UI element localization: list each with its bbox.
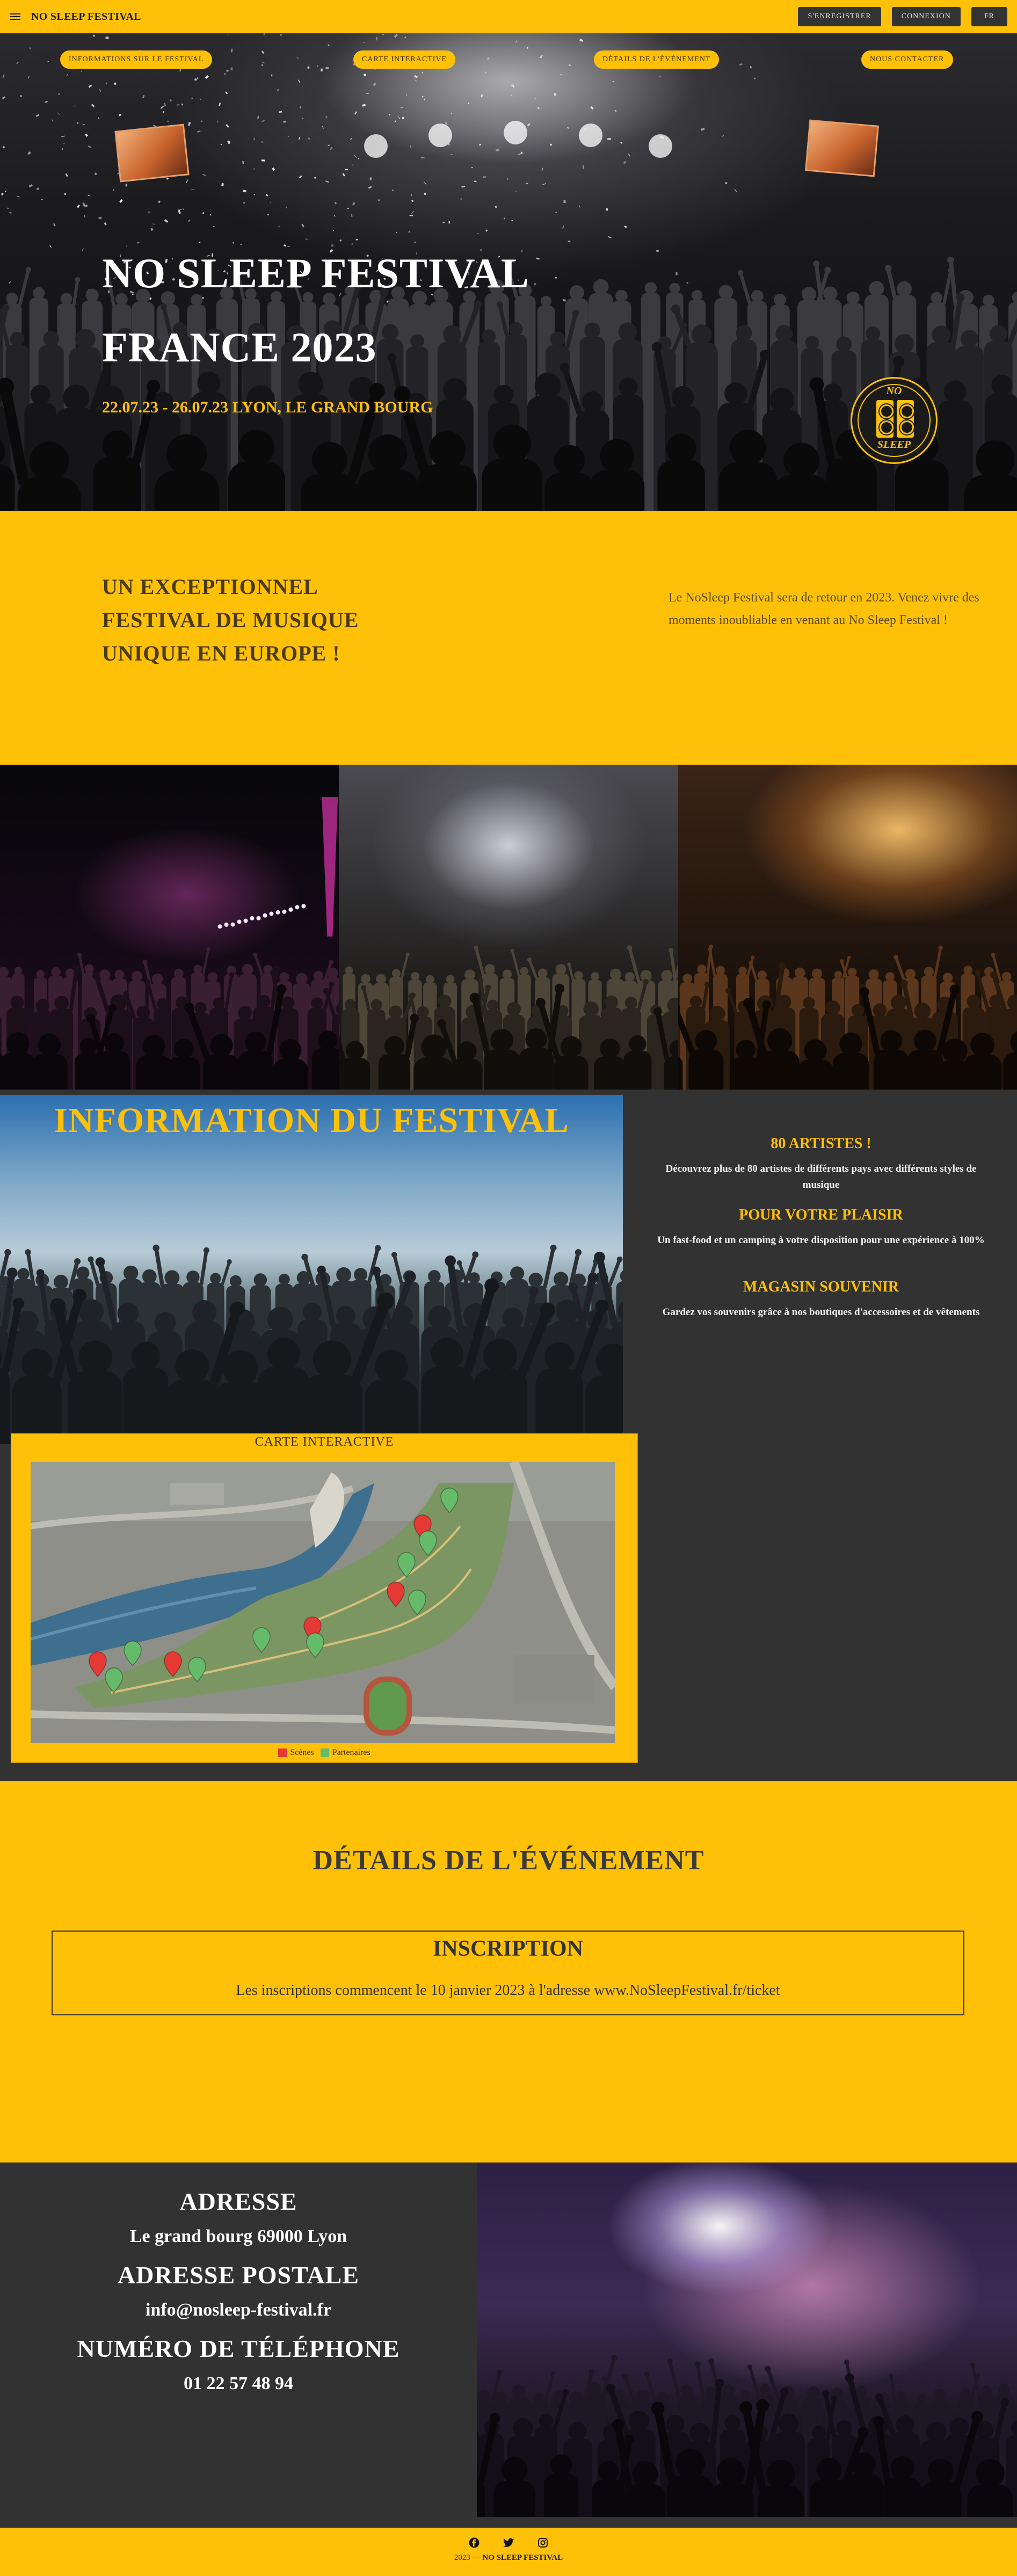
feature-title: POUR VOTRE PLAISIR [652, 1207, 990, 1224]
address-label: ADRESSE [0, 2187, 477, 2216]
festival-logo: NO SLEEP [851, 377, 938, 464]
intro-text: Le NoSleep Festival sera de retour en 20… [669, 586, 980, 632]
section-nav: INFORMATIONS SUR LE FESTIVAL CARTE INTER… [0, 50, 1017, 72]
photo-thumbnail-right [805, 120, 879, 177]
instagram-icon[interactable] [537, 2537, 548, 2548]
intro-heading: UN EXCEPTIONNEL FESTIVAL DE MUSIQUE UNIQ… [102, 570, 403, 670]
hero-dates-location: 22.07.23 - 26.07.23 LYON, LE GRAND BOURG [102, 398, 433, 417]
interactive-map[interactable] [31, 1462, 615, 1743]
logo-text-top: NO [852, 385, 936, 397]
nav-pill-contact[interactable]: NOUS CONTACTER [861, 50, 953, 69]
intro-section: UN EXCEPTIONNEL FESTIVAL DE MUSIQUE UNIQ… [0, 511, 1017, 765]
registration-title: INSCRIPTION [53, 1936, 963, 1962]
registration-text: Les inscriptions commencent le 10 janvie… [53, 1982, 963, 1999]
contact-photo [477, 2163, 1017, 2528]
feature-text: Un fast-food et un camping à votre dispo… [652, 1232, 990, 1249]
postal-value[interactable]: info@nosleep-festival.fr [0, 2300, 477, 2320]
gallery-photo-2 [339, 765, 678, 1090]
nav-pill-event-details[interactable]: DÉTAILS DE L'ÉVÉNEMENT [594, 50, 719, 69]
info-title: INFORMATION DU FESTIVAL [0, 1100, 623, 1141]
gallery-photo-3 [678, 765, 1017, 1090]
facebook-icon[interactable] [469, 2537, 480, 2548]
hero-title-line1: NO SLEEP FESTIVAL [102, 249, 529, 297]
feature-text: Gardez vos souvenirs grâce à nos boutiqu… [652, 1304, 990, 1320]
partner-legend-swatch [321, 1748, 329, 1757]
details-title: DÉTAILS DE L'ÉVÉNEMENT [0, 1845, 1017, 1876]
feature-pleasure: POUR VOTRE PLAISIR Un fast-food et un ca… [652, 1207, 990, 1249]
info-banner-photo [0, 1095, 623, 1444]
festival-info-section: INFORMATION DU FESTIVAL 80 ARTISTES ! Dé… [0, 1090, 1017, 1781]
top-bar: NO SLEEP FESTIVAL S'ENREGISTRER CONNEXIO… [0, 0, 1017, 33]
postal-label: ADRESSE POSTALE [0, 2261, 477, 2289]
logo-text-bottom: SLEEP [852, 439, 936, 451]
phone-label: NUMÉRO DE TÉLÉPHONE [0, 2334, 477, 2363]
feature-title: 80 ARTISTES ! [652, 1135, 990, 1152]
phone-value[interactable]: 01 22 57 48 94 [0, 2374, 477, 2394]
feature-text: Découvrez plus de 80 artistes de différe… [652, 1161, 990, 1193]
feature-title: MAGASIN SOUVENIR [652, 1279, 990, 1296]
interactive-map-card: CARTE INTERACTIVE Scène [11, 1433, 638, 1763]
map-caption: CARTE INTERACTIVE [11, 1435, 637, 1449]
contact-info: ADRESSE Le grand bourg 69000 Lyon ADRESS… [0, 2163, 477, 2528]
hero-section: INFORMATIONS SUR LE FESTIVAL CARTE INTER… [0, 33, 1017, 511]
copyright: 2023 — NO SLEEP FESTIVAL [0, 2553, 1017, 2563]
photo-gallery [0, 765, 1017, 1090]
hamburger-menu-icon[interactable] [10, 11, 20, 22]
legend-stages-label: Scènes [290, 1748, 314, 1758]
contact-section: ADRESSE Le grand bourg 69000 Lyon ADRESS… [0, 2163, 1017, 2528]
footer: 2023 — NO SLEEP FESTIVAL [0, 2528, 1017, 2576]
nav-pill-interactive-map[interactable]: CARTE INTERACTIVE [353, 50, 455, 69]
feature-souvenir-shop: MAGASIN SOUVENIR Gardez vos souvenirs gr… [652, 1279, 990, 1320]
address-value: Le grand bourg 69000 Lyon [0, 2226, 477, 2247]
login-button[interactable]: CONNEXION [892, 7, 961, 26]
speaker-icon [876, 400, 914, 438]
map-legend: Scènes Partenaires [11, 1743, 637, 1762]
registration-box: INSCRIPTION Les inscriptions commencent … [52, 1931, 964, 2015]
stage-legend-swatch [278, 1748, 287, 1757]
top-actions: S'ENREGISTRER CONNEXION FR [798, 7, 1007, 26]
brand-name[interactable]: NO SLEEP FESTIVAL [31, 11, 141, 23]
nav-pill-festival-info[interactable]: INFORMATIONS SUR LE FESTIVAL [60, 50, 212, 69]
gallery-photo-1 [0, 765, 339, 1090]
feature-artists: 80 ARTISTES ! Découvrez plus de 80 artis… [652, 1135, 990, 1193]
register-button[interactable]: S'ENREGISTRER [798, 7, 881, 26]
hero-title-line2: FRANCE 2023 [102, 323, 377, 372]
event-details-section: DÉTAILS DE L'ÉVÉNEMENT INSCRIPTION Les i… [0, 1781, 1017, 2163]
language-button[interactable]: FR [971, 7, 1007, 26]
social-links [0, 2537, 1017, 2548]
twitter-icon[interactable] [503, 2537, 514, 2548]
photo-thumbnail-left [114, 124, 189, 182]
legend-partners-label: Partenaires [332, 1748, 371, 1758]
